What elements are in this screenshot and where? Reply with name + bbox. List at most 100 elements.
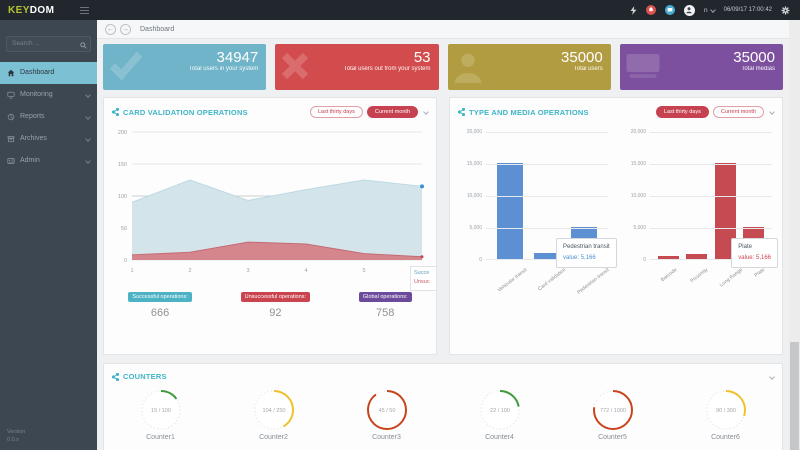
svg-text:4: 4 <box>304 268 307 274</box>
panel-title: CARD VALIDATION OPERATIONS <box>112 108 248 117</box>
home-icon <box>7 69 15 77</box>
gauge-ring: 22 / 100 <box>479 390 520 430</box>
card-validation-panel: CARD VALIDATION OPERATIONS Last thirty d… <box>103 97 437 355</box>
top-header: KEYDOM n 06/09/17 17:00:42 <box>0 0 800 20</box>
gauge-label: Counter2 <box>259 434 288 441</box>
sidebar-item-label: Admin <box>20 157 40 164</box>
gauge-counter1: 15 / 100 Counter1 <box>104 387 217 441</box>
scrollbar-thumb[interactable] <box>790 342 799 450</box>
svg-text:772 / 1000: 772 / 1000 <box>600 408 626 414</box>
gauge-label: Counter1 <box>146 434 175 441</box>
chevron-down-icon[interactable] <box>423 109 429 115</box>
share-icon <box>112 108 119 116</box>
svg-text:15 / 100: 15 / 100 <box>151 408 171 414</box>
panel-title: TYPE AND MEDIA OPERATIONS <box>458 108 589 117</box>
filter-current-month[interactable]: Current month <box>712 106 764 118</box>
sidebar-item-monitoring[interactable]: Monitoring <box>0 84 97 106</box>
chevron-down-icon[interactable] <box>769 373 775 380</box>
total-global: Global operations: 758 <box>358 285 412 319</box>
menu-toggle-icon[interactable] <box>80 6 89 14</box>
share-icon <box>112 372 119 381</box>
total-value: 92 <box>269 307 282 319</box>
sidebar-item-archives[interactable]: Archives <box>0 128 97 150</box>
search-input[interactable] <box>6 35 91 52</box>
report-icon <box>7 113 15 121</box>
chevron-down-icon <box>85 135 91 142</box>
total-unsuccessful: Unsuccessful operations: 92 <box>240 285 311 319</box>
gauge-counter3: 45 / 50 Counter3 <box>330 387 443 441</box>
stat-label: Total users <box>573 66 603 73</box>
back-button[interactable]: ← <box>105 23 116 35</box>
filter-buttons: Last thirty days Current month <box>655 106 764 118</box>
panel-header: TYPE AND MEDIA OPERATIONS Last thirty da… <box>450 98 782 120</box>
archive-icon <box>7 135 15 143</box>
chevron-down-icon <box>709 7 716 13</box>
dashboard-content: 34947 Total users in your system 53 Total u… <box>97 39 789 450</box>
counters-panel: COUNTERS 15 / 100 Counter1 104 / 250 Counte… <box>103 363 783 450</box>
svg-text:100: 100 <box>118 194 127 200</box>
area-chart: 050100150200123456 <box>110 122 432 283</box>
bar-label: Long Range <box>718 267 744 289</box>
panels-row: CARD VALIDATION OPERATIONS Last thirty d… <box>103 97 783 355</box>
counter-gauges-row: 15 / 100 Counter1 104 / 250 Counter2 45 / 50… <box>104 383 782 441</box>
svg-text:50: 50 <box>121 226 127 232</box>
type-media-panel: TYPE AND MEDIA OPERATIONS Last thirty da… <box>449 97 783 355</box>
total-badge: Global operations: <box>358 292 412 302</box>
gauge-counter4: 22 / 100 Counter4 <box>443 387 556 441</box>
sidebar-item-dashboard[interactable]: Dashboard <box>0 61 97 84</box>
avatar[interactable] <box>683 4 695 16</box>
svg-text:22 / 100: 22 / 100 <box>490 408 510 414</box>
filter-current-month[interactable]: Current month <box>366 106 418 118</box>
total-value: 666 <box>150 307 170 319</box>
gear-icon[interactable] <box>781 5 790 15</box>
sidebar-item-reports[interactable]: Reports <box>0 106 97 128</box>
stat-value: 35000 <box>733 49 775 66</box>
user-menu[interactable]: n <box>704 7 716 14</box>
filter-last-thirty-days[interactable]: Last thirty days <box>655 106 709 118</box>
media-operations-chart: 0 5,000 10,000 15,000 20,000 Barcode Proximity… <box>624 124 774 296</box>
forward-button[interactable]: → <box>120 23 131 35</box>
sidebar: DashboardMonitoringReportsArchivesAdmin … <box>0 20 97 450</box>
sidebar-item-admin[interactable]: Admin <box>0 150 97 172</box>
stat-card-cross[interactable]: 53 Total users out from your system <box>275 44 439 90</box>
panel-header: CARD VALIDATION OPERATIONS Last thirty d… <box>104 98 436 120</box>
gauge-ring: 772 / 1000 <box>592 390 633 430</box>
logo-zone: KEYDOM <box>0 0 97 20</box>
filter-last-thirty-days[interactable]: Last thirty days <box>309 106 363 118</box>
gauge-label: Counter4 <box>485 434 514 441</box>
bar-label: Pedestrian transit <box>576 267 611 296</box>
stat-card-check[interactable]: 34947 Total users in your system <box>103 44 267 90</box>
bar-vehicular-transit <box>497 163 523 260</box>
main-area: ← → Dashboard 34947 Total users in your s… <box>97 20 789 450</box>
search-icon[interactable] <box>80 36 87 54</box>
stat-label: Total medias <box>741 66 775 73</box>
chevron-down-icon <box>85 91 91 98</box>
stat-value: 34947 <box>216 49 259 66</box>
stat-value: 35000 <box>561 49 603 66</box>
total-badge: Unsuccessful operations: <box>240 292 311 302</box>
stat-card-user[interactable]: 35000 Total users <box>447 44 611 90</box>
bolt-icon[interactable] <box>630 5 637 15</box>
svg-text:1: 1 <box>130 268 133 274</box>
bar-tooltip-pedestrian-transit: Pedestrian transit value: 5,166 <box>556 238 617 268</box>
notifications-icon[interactable] <box>645 5 656 15</box>
svg-text:90 / 300: 90 / 300 <box>716 408 736 414</box>
chevron-down-icon[interactable] <box>769 109 775 115</box>
sidebar-search <box>6 32 91 52</box>
bar-label: Barcode <box>659 267 679 284</box>
stat-value: 53 <box>413 49 431 66</box>
svg-text:45 / 50: 45 / 50 <box>378 408 395 414</box>
operations-totals: Successful operations: 666 Unsuccessful op… <box>104 285 436 319</box>
bar-label: Plate <box>753 267 767 279</box>
svg-text:5: 5 <box>362 268 365 274</box>
type-operations-chart: 0 5,000 10,000 15,000 20,000 Vehicular transi… <box>466 129 611 296</box>
share-icon <box>458 108 465 116</box>
sidebar-item-label: Archives <box>20 135 47 142</box>
sidebar-item-label: Reports <box>20 113 45 120</box>
stat-card-media-card[interactable]: 35000 Total medias <box>619 44 783 90</box>
gauge-ring: 15 / 100 <box>140 390 181 430</box>
chat-icon[interactable] <box>664 5 675 15</box>
chart-legend-tooltip: Succe Unsuc <box>410 266 436 291</box>
svg-text:3: 3 <box>246 268 249 274</box>
svg-text:0: 0 <box>124 258 127 264</box>
